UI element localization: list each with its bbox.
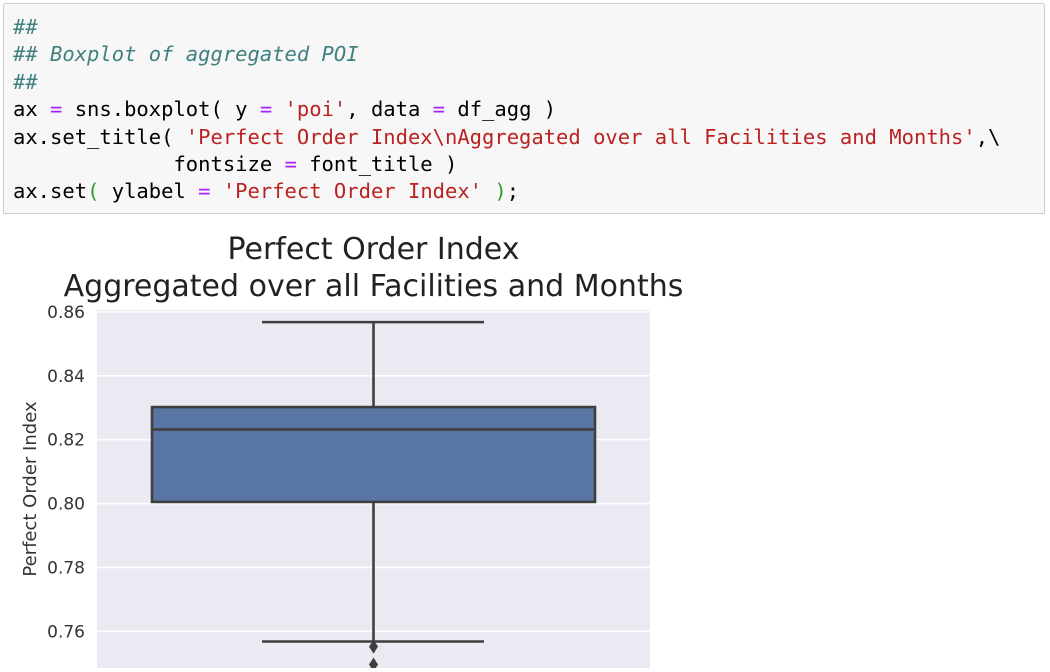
code-line: fontsize = font_title ) xyxy=(13,151,1044,178)
y-tick-label: 0.84 xyxy=(47,367,85,387)
iqr-box xyxy=(150,405,597,504)
code-token: ; xyxy=(506,179,520,204)
code-token: ## xyxy=(13,69,38,94)
code-token: sns.boxplot( y xyxy=(62,97,260,122)
y-tick-label: 0.82 xyxy=(47,431,85,451)
code-token: 'Perfect Order Index' xyxy=(222,179,483,204)
code-token: ax.set_title( xyxy=(13,124,186,149)
code-token: ,\ xyxy=(975,124,1001,149)
code-token: ## xyxy=(13,15,38,39)
output-area: Perfect Order Index Aggregated over all F… xyxy=(0,216,1050,672)
code-line: ax = sns.boxplot( y = 'poi', data = df_a… xyxy=(13,96,1044,123)
code-token: = xyxy=(198,179,211,204)
code-line: ## xyxy=(13,14,1044,41)
code-token: = xyxy=(284,151,297,176)
y-axis-label: Perfect Order Index xyxy=(20,401,41,577)
y-tick-labels: 0.76 0.78 0.80 0.82 0.84 0.86 xyxy=(47,303,85,642)
code-editor[interactable]: ## ## Boxplot of aggregated POI ## ax = sns… xyxy=(13,14,1044,206)
code-line: ## Boxplot of aggregated POI xyxy=(13,41,1044,68)
y-tick-label: 0.76 xyxy=(47,622,85,642)
boxplot-chart: Perfect Order IndexAggregated over all F… xyxy=(20,232,684,672)
chart-title-line: Aggregated over all Facilities and Month… xyxy=(64,269,684,304)
code-token: , data xyxy=(346,97,433,122)
code-token: df_agg ) xyxy=(445,97,557,122)
code-line: ## xyxy=(13,69,1044,96)
code-line: ax.set_title( 'Perfect Order Index\nAggr… xyxy=(13,124,1044,151)
code-token: = xyxy=(50,97,63,122)
code-token: fontsize xyxy=(13,151,285,176)
code-token: ## Boxplot of aggregated POI xyxy=(13,42,359,67)
code-token: ylabel xyxy=(99,179,199,204)
y-tick-label: 0.86 xyxy=(47,303,85,323)
code-token: = xyxy=(432,97,446,122)
chart-title: Perfect Order IndexAggregated over all F… xyxy=(64,232,684,304)
code-token: 'poi' xyxy=(284,97,347,122)
code-token: font_title ) xyxy=(296,151,458,176)
code-token: ( xyxy=(87,179,100,204)
y-tick-label: 0.80 xyxy=(47,495,85,515)
code-line: ax.set( ylabel = 'Perfect Order Index' )… xyxy=(13,178,1044,205)
chart-title-line: Perfect Order Index xyxy=(227,232,519,267)
y-tick-label: 0.78 xyxy=(47,558,85,578)
code-token: ax.set xyxy=(13,179,88,204)
code-token: = xyxy=(259,97,273,122)
code-token: ax xyxy=(13,97,51,122)
code-cell[interactable]: ## ## Boxplot of aggregated POI ## ax = sns… xyxy=(3,3,1045,214)
code-token: 'Perfect Order Index\nAggregated over al… xyxy=(185,124,976,149)
code-token: ) xyxy=(494,179,507,204)
